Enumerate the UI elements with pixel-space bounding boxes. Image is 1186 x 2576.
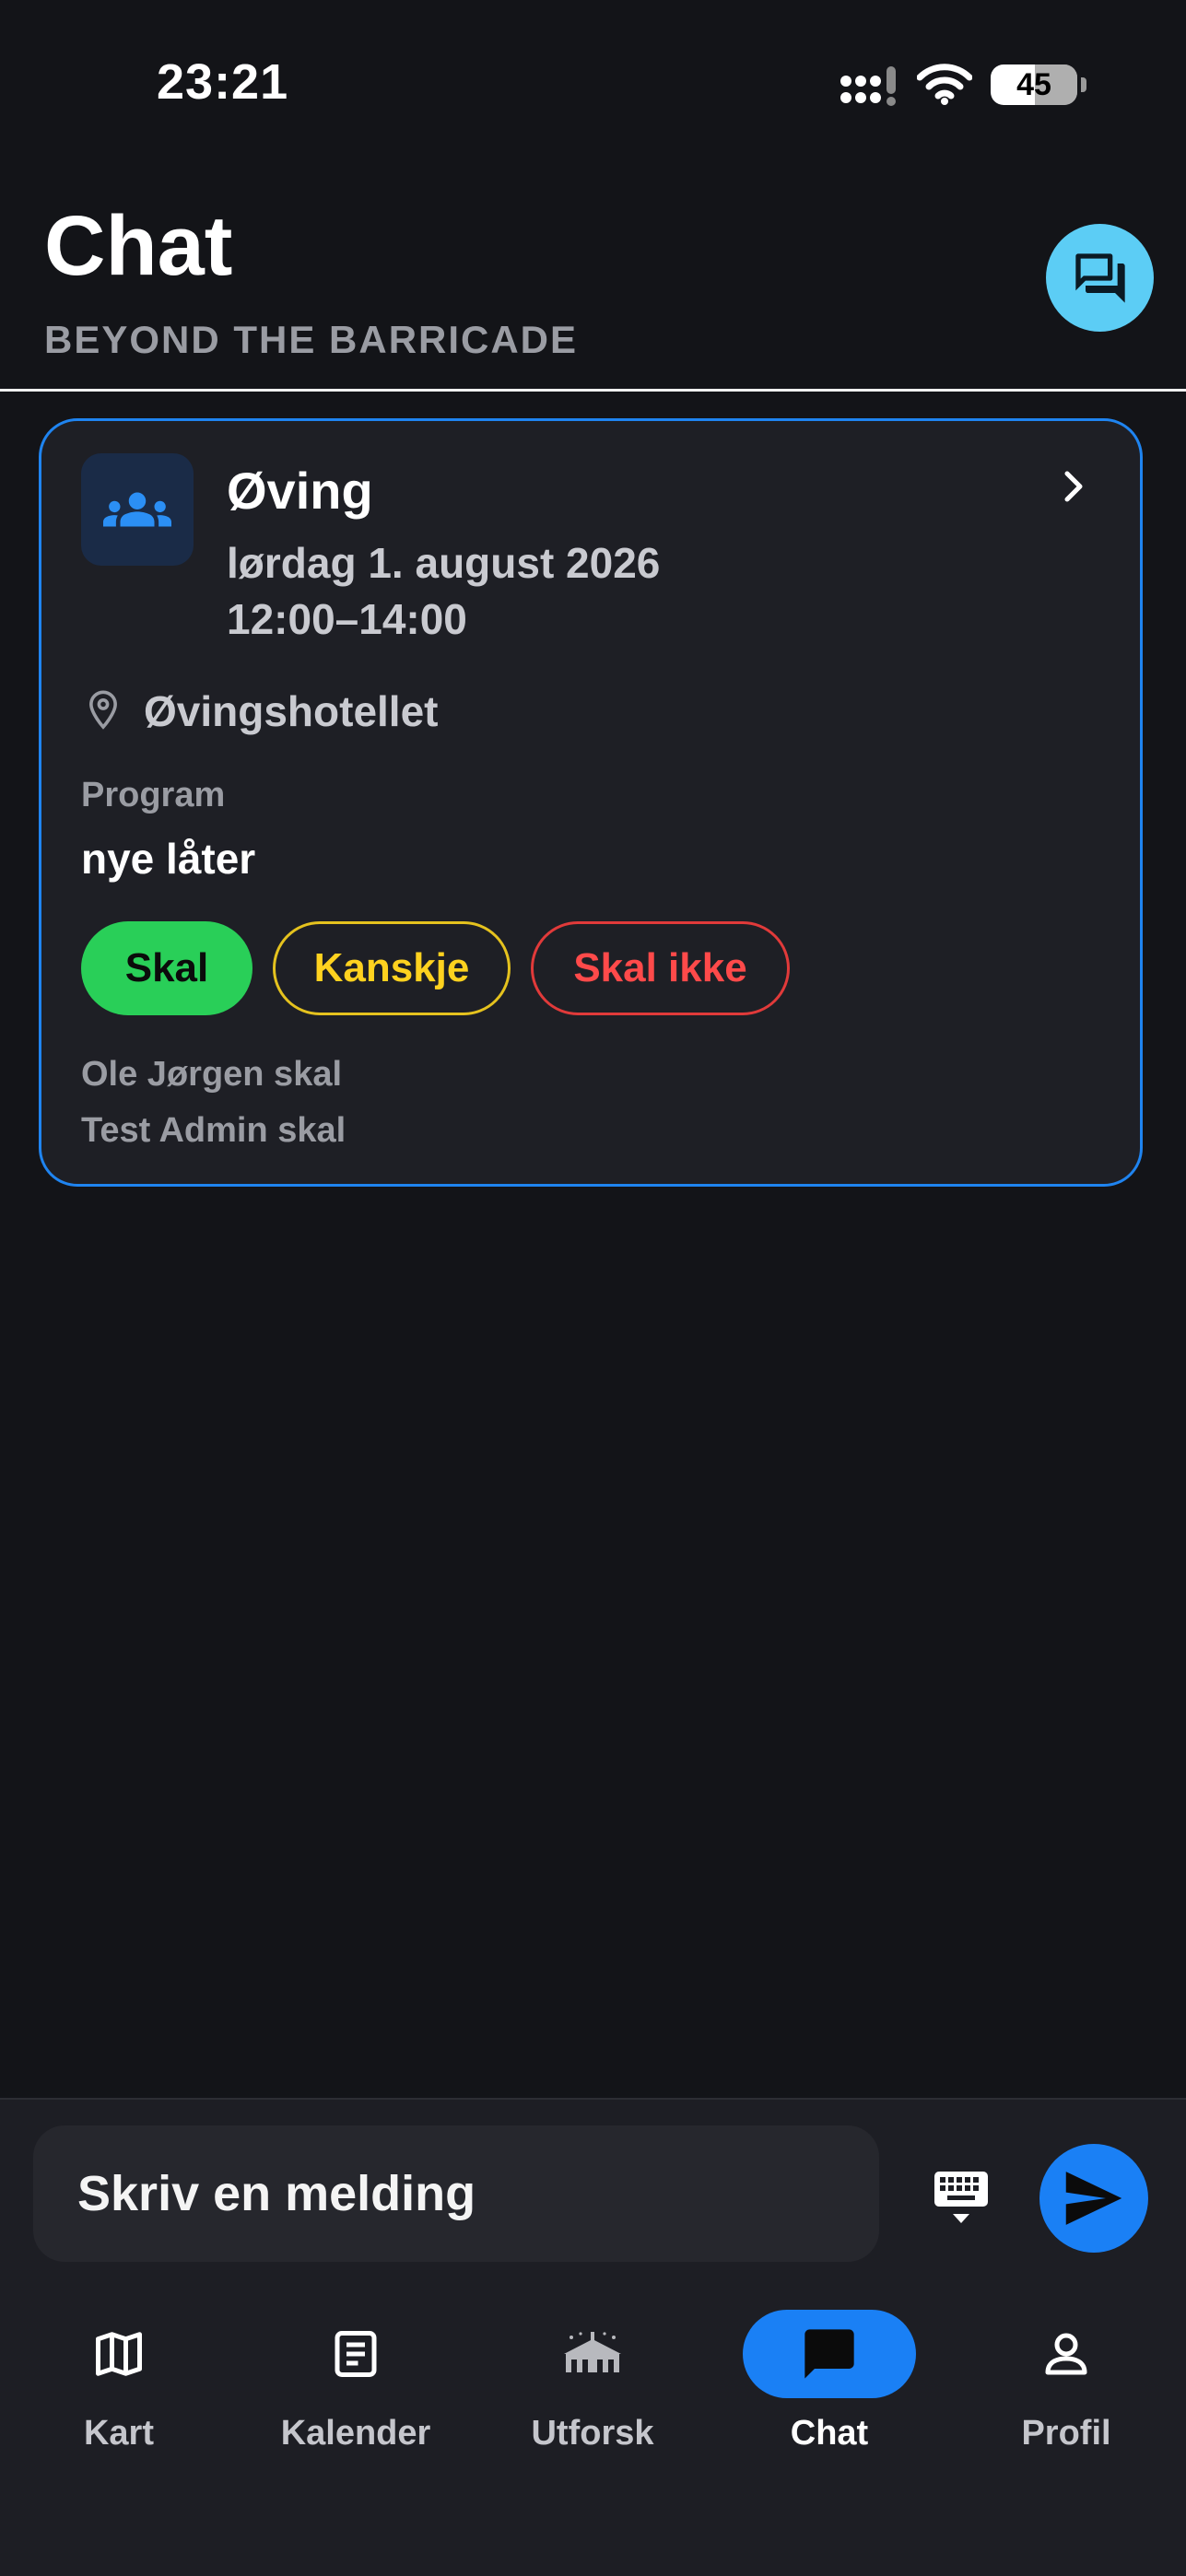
tab-label: Chat	[790, 2414, 869, 2453]
tab-label: Kalender	[280, 2414, 431, 2453]
chat-bubble-icon	[804, 2329, 854, 2379]
rsvp-no-button[interactable]: Skal ikke	[531, 921, 790, 1015]
header-divider	[0, 389, 1186, 392]
location-pin-icon	[85, 689, 122, 736]
event-location: Øvingshotellet	[144, 687, 439, 735]
program-value: nye låter	[81, 835, 256, 883]
event-type-badge	[81, 453, 194, 566]
send-icon	[1065, 2172, 1122, 2225]
tab-chat[interactable]: Chat	[723, 2303, 935, 2478]
composer-divider	[0, 2098, 1186, 2100]
send-button[interactable]	[1039, 2144, 1148, 2253]
tab-label: Kart	[83, 2414, 155, 2453]
tab-kalender[interactable]: Kalender	[250, 2303, 462, 2478]
group-icon	[103, 492, 171, 527]
message-input[interactable]	[33, 2125, 879, 2262]
rsvp-yes-button[interactable]: Skal	[81, 921, 252, 1015]
tab-label: Utforsk	[531, 2414, 654, 2453]
tab-label: Profil	[1021, 2414, 1111, 2453]
event-title: Øving	[227, 462, 373, 520]
chat-bubbles-icon	[1074, 252, 1125, 303]
chevron-right-icon[interactable]	[1058, 468, 1089, 509]
map-icon	[96, 2332, 142, 2376]
band-name: BEYOND THE BARRICADE	[44, 318, 579, 361]
page-title: Chat	[44, 199, 233, 293]
event-date: lørdag 1. august 2026	[227, 539, 661, 587]
tab-kart[interactable]: Kart	[13, 2303, 225, 2478]
document-icon	[335, 2331, 377, 2377]
person-icon	[1045, 2333, 1087, 2375]
wifi-icon	[916, 63, 973, 110]
venue-icon	[564, 2332, 621, 2372]
tab-utforsk[interactable]: Utforsk	[487, 2303, 699, 2478]
battery-indicator: 45	[991, 64, 1086, 105]
attendee-status: Test Admin skal	[81, 1111, 346, 1150]
battery-level: 45	[1016, 66, 1051, 102]
event-time: 12:00–14:00	[227, 595, 467, 643]
keyboard-icon	[934, 2172, 988, 2223]
keyboard-toggle-button[interactable]	[933, 2170, 990, 2233]
status-time: 23:21	[157, 54, 289, 110]
program-label: Program	[81, 776, 226, 814]
new-conversation-button[interactable]	[1046, 224, 1154, 332]
rsvp-maybe-button[interactable]: Kanskje	[273, 921, 511, 1015]
tab-profil[interactable]: Profil	[960, 2303, 1172, 2478]
attendee-status: Ole Jørgen skal	[81, 1055, 343, 1094]
cellular-signal-icon	[840, 66, 899, 111]
